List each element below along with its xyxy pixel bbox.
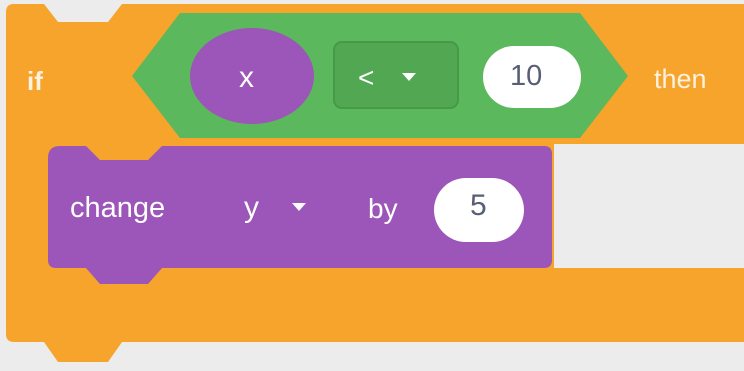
chevron-down-icon[interactable] xyxy=(292,203,306,211)
value-10-label: 10 xyxy=(510,60,543,92)
variable-y-label: y xyxy=(244,191,259,224)
if-block-mouth xyxy=(554,146,744,266)
variable-y-dropdown[interactable] xyxy=(224,178,332,238)
code-workspace: if then x < 10 change y by 5 xyxy=(0,0,744,371)
operator-dropdown[interactable] xyxy=(333,41,459,109)
value-5-label: 5 xyxy=(470,189,487,222)
change-label: change xyxy=(70,192,166,224)
variable-x-label: x xyxy=(239,61,254,94)
by-label: by xyxy=(368,193,398,224)
then-label: then xyxy=(654,64,707,94)
chevron-down-icon[interactable] xyxy=(402,73,416,81)
operator-label: < xyxy=(358,62,375,93)
block-stack xyxy=(6,4,744,362)
if-label: if xyxy=(27,66,43,96)
